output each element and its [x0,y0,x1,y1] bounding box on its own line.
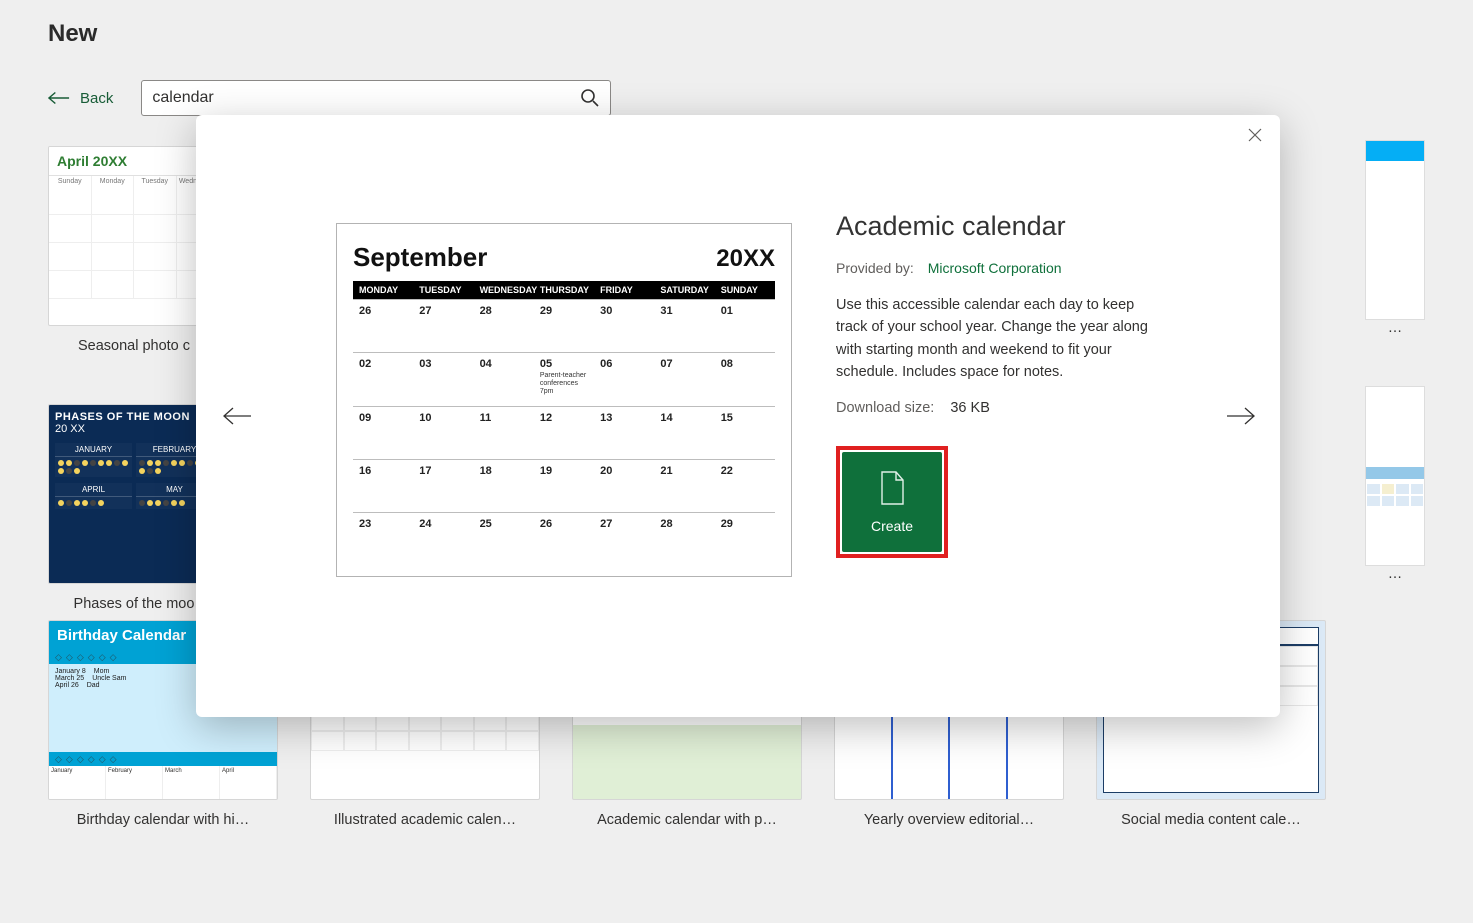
template-thumb-partial[interactable] [1365,140,1425,320]
create-button[interactable]: Create [842,452,942,552]
template-label: … [1365,566,1425,582]
back-button[interactable]: Back [48,90,113,107]
create-highlight: Create [836,446,948,558]
create-label: Create [871,518,913,534]
template-label: Yearly overview editorial… [834,812,1064,828]
template-card-moon[interactable]: PHASES OF THE MOON 20 XX JANUARY FEBRUAR… [48,404,220,612]
provided-by: Provided by: Microsoft Corporation [836,260,1194,276]
preview-month: September [353,242,487,273]
search-input[interactable] [152,89,580,107]
template-label: Phases of the moo [48,596,220,612]
template-label: Birthday calendar with hi… [48,812,278,828]
arrow-left-icon [48,91,70,105]
template-label: Seasonal photo c [48,338,220,354]
template-thumb-partial[interactable] [1365,386,1425,566]
provider-link[interactable]: Microsoft Corporation [928,260,1062,276]
search-box[interactable] [141,80,611,116]
template-title: Academic calendar [836,211,1194,242]
arrow-left-icon [222,406,252,426]
arrow-right-icon [1226,406,1256,426]
preview-calendar-table: MONDAYTUESDAYWEDNESDAYTHURSDAYFRIDAYSATU… [353,281,775,566]
template-label: Academic calendar with p… [572,812,802,828]
next-template-button[interactable] [1224,399,1258,433]
search-button[interactable] [580,88,600,108]
template-label: Social media content cale… [1096,812,1326,828]
template-label: … [1365,320,1425,336]
template-thumb: PHASES OF THE MOON 20 XX JANUARY FEBRUAR… [48,404,220,584]
prev-template-button[interactable] [220,399,254,433]
close-button[interactable] [1248,128,1266,146]
template-thumb: April 20XX SundayMondayTuesdayWednesday [48,146,220,326]
page-title: New [48,20,1425,48]
document-icon [878,470,906,506]
back-label: Back [80,90,113,107]
preview-year: 20XX [716,245,775,273]
template-preview: September 20XX MONDAYTUESDAYWEDNESDAYTHU… [336,223,792,577]
search-icon [580,88,600,108]
download-size: Download size: 36 KB [836,400,1194,416]
template-detail-modal: September 20XX MONDAYTUESDAYWEDNESDAYTHU… [196,115,1280,717]
template-label: Illustrated academic calen… [310,812,540,828]
template-card-seasonal[interactable]: April 20XX SundayMondayTuesdayWednesday … [48,146,220,354]
close-icon [1248,128,1262,142]
template-description: Use this accessible calendar each day to… [836,294,1166,384]
